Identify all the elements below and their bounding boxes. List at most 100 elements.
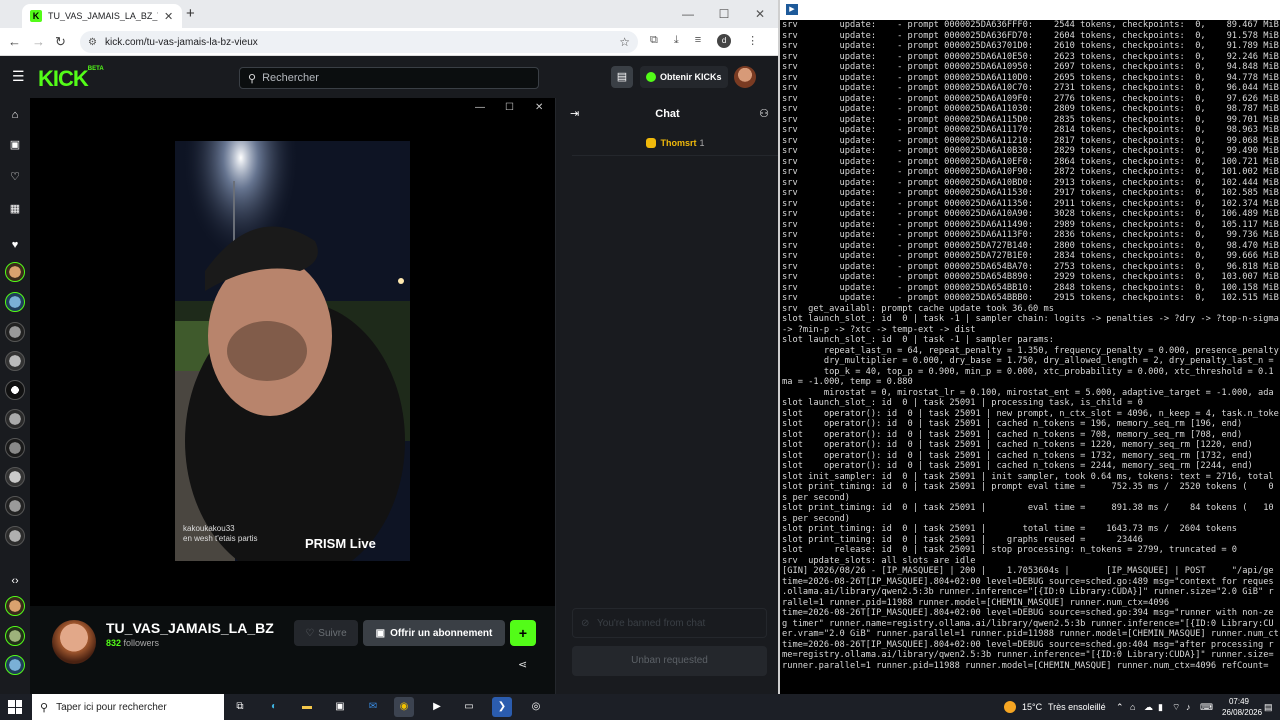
browser-tab[interactable]: K TU_VAS_JAMAIS_LA_BZ_VIEUX ✕ (22, 4, 182, 28)
battery-icon[interactable]: ▮ (1158, 694, 1163, 720)
terminal-output: srv update: - prompt 0000025DA636FFF0: 2… (782, 20, 1280, 671)
forward-icon[interactable]: → (32, 34, 45, 49)
tray-chevron-icon[interactable]: ⌃ (1116, 694, 1124, 720)
chat-users-icon[interactable]: ⚇ (759, 107, 769, 120)
video-player[interactable]: — ☐ ✕ kakoukakou33 en wesh t'etais parti… (30, 98, 555, 606)
share-icon[interactable]: ⋖ (518, 658, 527, 671)
language-icon[interactable]: ⌨ (1200, 694, 1213, 720)
streamer-video-image (175, 141, 410, 561)
new-tab-button[interactable]: + (186, 5, 195, 22)
download-icon[interactable]: ⤓ (674, 34, 679, 48)
reload-icon[interactable]: ↻ (55, 34, 66, 50)
terminal-line: srv update: - prompt 0000025DA6A11170: 2… (782, 125, 1279, 135)
sidebar-channel-avatar[interactable] (5, 526, 25, 546)
sidebar-channel-avatar[interactable] (5, 351, 25, 371)
heart-icon: ♡ (305, 627, 315, 639)
player-maximize-button[interactable]: ☐ (505, 102, 514, 113)
hamburger-menu-icon[interactable]: ☰ (12, 68, 25, 85)
player-close-button[interactable]: ✕ (535, 102, 543, 113)
channel-avatar[interactable] (52, 620, 96, 664)
notifications-icon[interactable]: ▤ (1264, 694, 1273, 720)
bookmark-star-icon[interactable]: ☆ (619, 35, 630, 49)
terminal-taskbar-icon[interactable]: ▭ (459, 697, 479, 717)
sidebar-channel-avatar[interactable] (5, 409, 25, 429)
weather-sun-icon[interactable] (1004, 701, 1016, 713)
terminal-line: slot print_timing: id 0 | task 25091 | e… (782, 503, 1274, 513)
windows-start-icon[interactable] (8, 700, 22, 714)
sidebar-channel-avatar[interactable] (5, 626, 25, 646)
sidebar-channel-avatar[interactable] (5, 380, 25, 400)
task-view-icon[interactable]: ⧉ (230, 697, 250, 717)
profile-avatar[interactable]: d (717, 34, 732, 48)
gift-subscription-label: Offrir un abonnement (390, 627, 493, 639)
kick-logo[interactable]: KICKBETA (38, 66, 104, 92)
mail-icon[interactable]: ✉ (363, 697, 383, 717)
taskbar-search-box[interactable]: ⚲ Taper ici pour rechercher (32, 694, 224, 720)
close-window-button[interactable]: ✕ (742, 0, 778, 28)
tab-title: TU_VAS_JAMAIS_LA_BZ_VIEUX (48, 11, 158, 21)
maximize-button[interactable]: ☐ (706, 0, 742, 28)
site-info-icon[interactable]: ⚙ (88, 37, 97, 48)
prism-live-watermark: PRISM Live (305, 536, 376, 551)
terminal-line: srv get_availabl: prompt cache update to… (782, 303, 1054, 314)
file-explorer-icon[interactable]: ▬ (297, 697, 317, 717)
user-avatar[interactable] (734, 66, 756, 88)
sidebar-channel-avatar[interactable] (5, 262, 25, 282)
pinned-gifter[interactable]: Thomsrt 1 (572, 130, 778, 156)
volume-icon[interactable]: ♪ (1186, 694, 1191, 720)
live-video-frame[interactable]: kakoukakou33 en wesh t'etais partis PRIS… (175, 141, 410, 561)
sidebar-channel-avatar[interactable] (5, 292, 25, 312)
terminal-line: srv update: - prompt 0000025DA654BB10: 2… (782, 282, 1279, 293)
tab-close-icon[interactable]: ✕ (164, 10, 173, 23)
terminal-window[interactable]: ▶ srv update: - prompt 0000025DA636FFF0:… (778, 0, 1280, 694)
sidebar-channel-avatar[interactable] (5, 596, 25, 616)
expand-sidebar-icon[interactable]: ‹› (8, 574, 22, 588)
search-placeholder: Rechercher (262, 72, 319, 84)
back-icon[interactable]: ← (8, 34, 21, 49)
channel-name[interactable]: TU_VAS_JAMAIS_LA_BZ (106, 620, 274, 636)
sidebar-channel-avatar[interactable] (5, 322, 25, 342)
sidebar-channel-avatar[interactable] (5, 438, 25, 458)
chrome-icon[interactable]: ◉ (394, 697, 414, 717)
network-icon[interactable]: ⌂ (1130, 694, 1135, 720)
player-minimize-button[interactable]: — (475, 102, 485, 113)
chat-input-placeholder: You're banned from chat (597, 618, 706, 629)
weather-desc[interactable]: Très ensoleillé (1048, 694, 1106, 720)
system-clock[interactable]: 07:49 26/08/2026 (1222, 696, 1263, 718)
clock-date: 26/08/2026 (1222, 708, 1263, 717)
clips-icon[interactable]: ▦ (8, 202, 22, 216)
sidebar-channel-avatar[interactable] (5, 496, 25, 516)
terminal-line: s per second) (782, 492, 850, 503)
favorites-heart-icon[interactable]: ♥ (8, 238, 22, 252)
powershell-icon[interactable]: ❯ (492, 697, 512, 717)
extensions-icon[interactable]: ⧉ (650, 34, 658, 48)
obs-icon[interactable]: ◎ (526, 697, 546, 717)
terminal-line: srv update: - prompt 0000025DA6A11210: 2… (782, 135, 1279, 146)
edge-icon[interactable]: ◐ (264, 697, 284, 717)
store-icon[interactable]: ▣ (330, 697, 350, 717)
minimize-button[interactable]: — (670, 0, 706, 28)
get-kicks-button[interactable]: Obtenir KICKs (640, 66, 728, 88)
terminal-line: .ollama.ai/library/qwen2.5:3b runner.inf… (782, 587, 1274, 597)
sidebar-channel-avatar[interactable] (5, 655, 25, 675)
search-icon: ⚲ (40, 701, 49, 714)
media-queue-icon[interactable]: ≡ (695, 34, 701, 48)
layout-toggle-button[interactable]: ▤ (611, 66, 633, 88)
menu-kebab-icon[interactable]: ⋮ (747, 34, 758, 48)
browse-icon[interactable]: ▣ (8, 138, 22, 152)
weather-temp[interactable]: 15°C (1022, 694, 1042, 720)
gift-subscription-button[interactable]: ▣ Offrir un abonnement (363, 620, 505, 646)
media-player-icon[interactable]: ▶ (427, 697, 447, 717)
follow-button[interactable]: ♡ Suivre (294, 620, 358, 646)
terminal-line: g timer" runner.name=registry.ollama.ai/… (782, 618, 1274, 629)
wifi-icon[interactable]: ⌔ (1172, 694, 1180, 720)
onedrive-icon[interactable]: ☁ (1144, 694, 1153, 720)
search-icon: ⚲ (248, 72, 257, 85)
terminal-line: srv update: - prompt 0000025DA6A11530: 2… (782, 188, 1279, 198)
following-heart-icon[interactable]: ♡ (8, 170, 22, 184)
address-bar[interactable]: ⚙ kick.com/tu-vas-jamais-la-bz-vieux ☆ (80, 31, 638, 53)
sidebar-channel-avatar[interactable] (5, 467, 25, 487)
subscribe-plus-button[interactable]: + (510, 620, 536, 646)
home-icon[interactable]: ⌂ (8, 108, 22, 122)
search-input[interactable]: ⚲ Rechercher (239, 67, 539, 89)
